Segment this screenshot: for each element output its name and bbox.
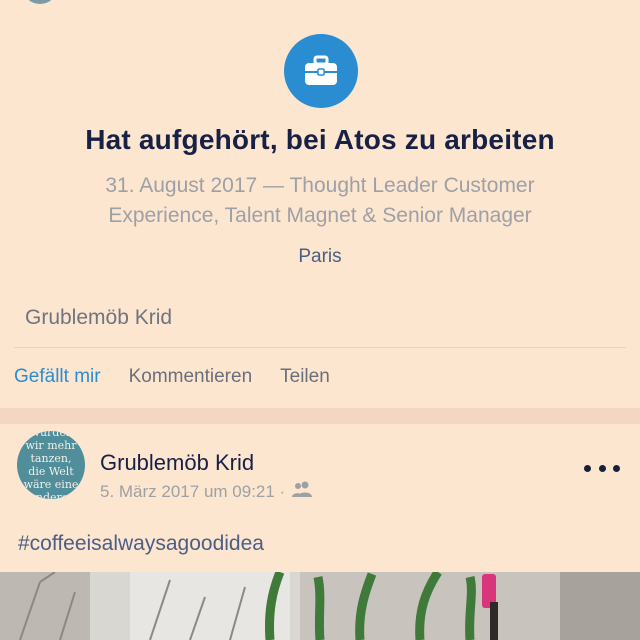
post-photo[interactable] <box>0 572 640 640</box>
avatar[interactable]: Würden wir mehr tanzen, die Welt wäre ei… <box>17 431 85 499</box>
comment-button[interactable]: Kommentieren <box>129 366 253 388</box>
dot <box>613 464 620 472</box>
friends-icon <box>291 481 313 502</box>
more-options-button[interactable] <box>584 458 620 478</box>
share-button[interactable]: Teilen <box>280 366 330 388</box>
subtitle-line-2: Experience, Talent Magnet & Senior Manag… <box>108 204 532 227</box>
dot <box>584 464 591 472</box>
post-text-hashtag[interactable]: #coffeeisalwaysagoodidea <box>18 532 264 556</box>
life-event-location[interactable]: Paris <box>0 246 640 268</box>
life-event-title: Hat aufgehört, bei Atos zu arbeiten <box>85 124 555 155</box>
dot <box>598 464 606 472</box>
post-meta: 5. März 2017 um 09:21 · <box>100 481 313 502</box>
briefcase-icon <box>284 34 358 108</box>
post-timestamp[interactable]: 5. März 2017 um 09:21 · <box>100 482 285 502</box>
post-actions: Gefällt mir Kommentieren Teilen <box>14 366 330 388</box>
subtitle-line-1: 31. August 2017 — Thought Leader Custome… <box>105 174 535 197</box>
like-button[interactable]: Gefällt mir <box>14 366 101 388</box>
post-author[interactable]: Grublemöb Krid <box>100 450 254 476</box>
life-event-subtitle: 31. August 2017 — Thought Leader Custome… <box>40 171 600 231</box>
divider <box>14 347 626 348</box>
feed-separator <box>0 408 640 424</box>
liked-by-name[interactable]: Grublemöb Krid <box>25 306 172 330</box>
